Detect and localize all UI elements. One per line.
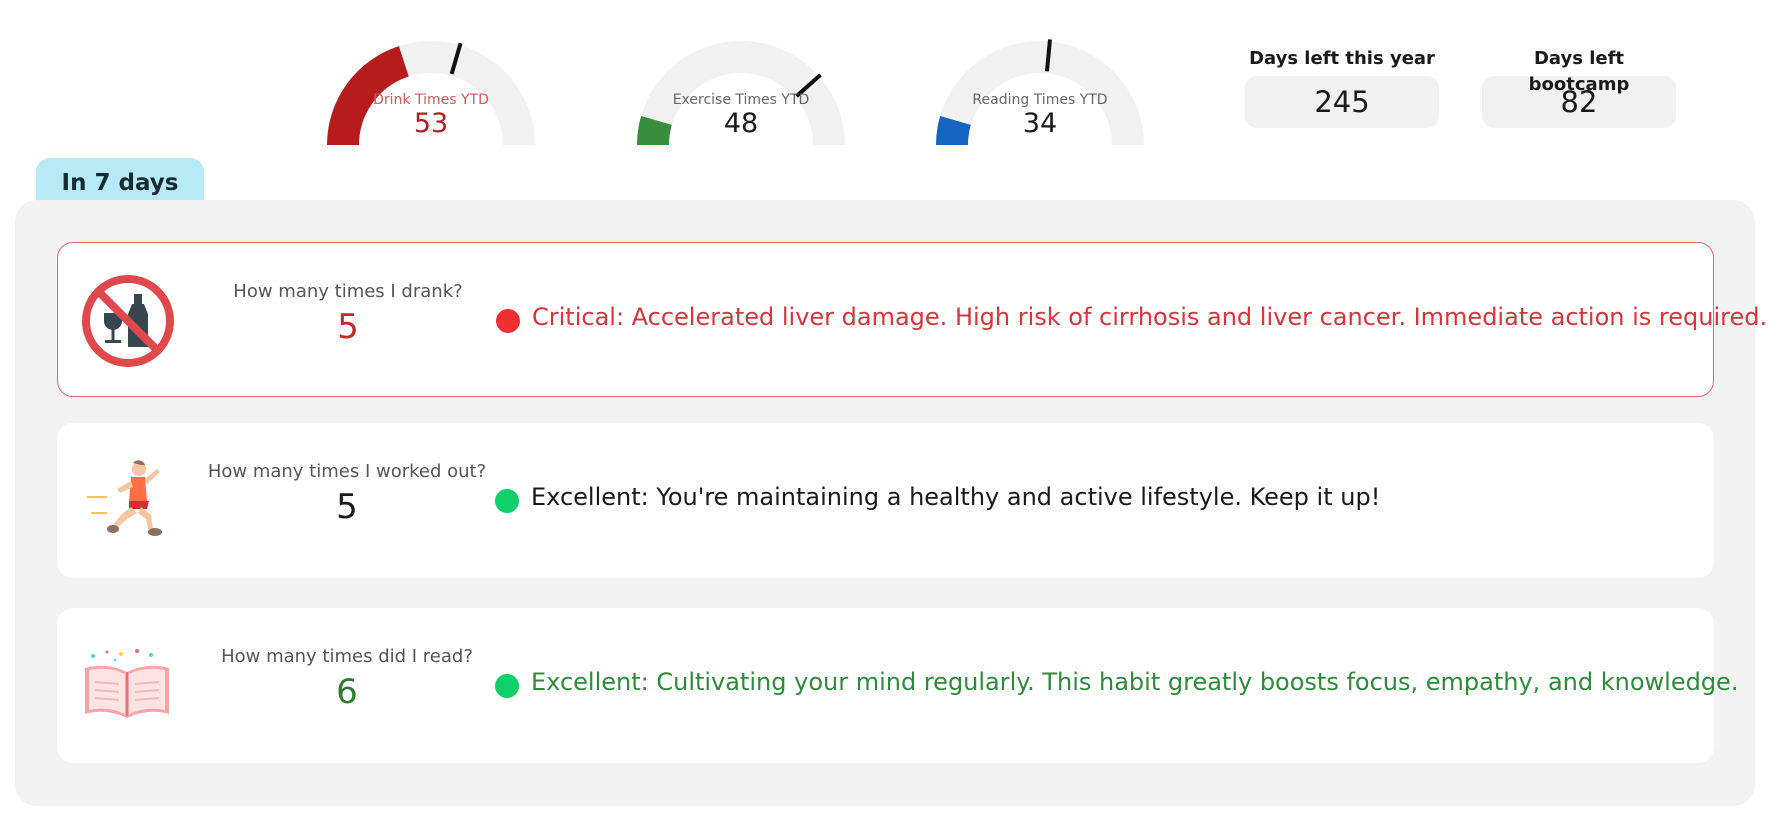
status-dot (495, 489, 519, 513)
question-value: 5 (336, 487, 358, 527)
counter-title: Days left this year (1249, 48, 1435, 69)
status-message: Excellent: You're maintaining a healthy … (531, 483, 1381, 511)
open-book-icon (79, 638, 175, 734)
gauge-drink-times: Drink Times YTD 53 (308, 0, 554, 150)
question-value: 6 (336, 672, 358, 712)
counter-title: Days left bootcamp (1529, 48, 1630, 95)
gauge-value: 48 (723, 108, 759, 139)
question-label: How many times I worked out? (207, 461, 487, 482)
status-dot (495, 674, 519, 698)
gauge-reading-times: Reading Times YTD 34 (917, 0, 1163, 150)
reading-summary-card: How many times did I read? 6 Excellent: … (57, 608, 1738, 763)
gauge-value: 34 (1022, 108, 1058, 139)
counter-value: 82 (1482, 76, 1676, 128)
tab-in-7-days[interactable]: In 7 days (36, 158, 204, 204)
status-message: Excellent: Cultivating your mind regular… (531, 668, 1739, 696)
gauge-value: 53 (413, 108, 449, 139)
question-label: How many times did I read? (221, 646, 473, 667)
drink-summary-card: How many times I drank? 5 Critical: Acce… (57, 242, 1767, 397)
question-value: 5 (337, 307, 359, 347)
gauge-exercise-times: Exercise Times YTD 48 (618, 0, 864, 150)
running-person-icon (79, 453, 175, 549)
counter-days-left-year: Days left this year 245 (1245, 46, 1439, 128)
counter-value: 245 (1245, 76, 1439, 128)
gauge-label: Reading Times YTD (972, 92, 1108, 108)
status-dot (496, 309, 520, 333)
workout-summary-card: How many times I worked out? 5 Excellent… (57, 423, 1714, 578)
counter-days-left-bootcamp: Days left bootcamp 82 (1482, 46, 1676, 128)
no-drinking-icon (80, 273, 176, 369)
question-label: How many times I drank? (233, 281, 463, 302)
status-message: Critical: Accelerated liver damage. High… (532, 303, 1768, 331)
gauge-label: Exercise Times YTD (672, 92, 810, 108)
gauge-label: Drink Times YTD (373, 92, 489, 108)
